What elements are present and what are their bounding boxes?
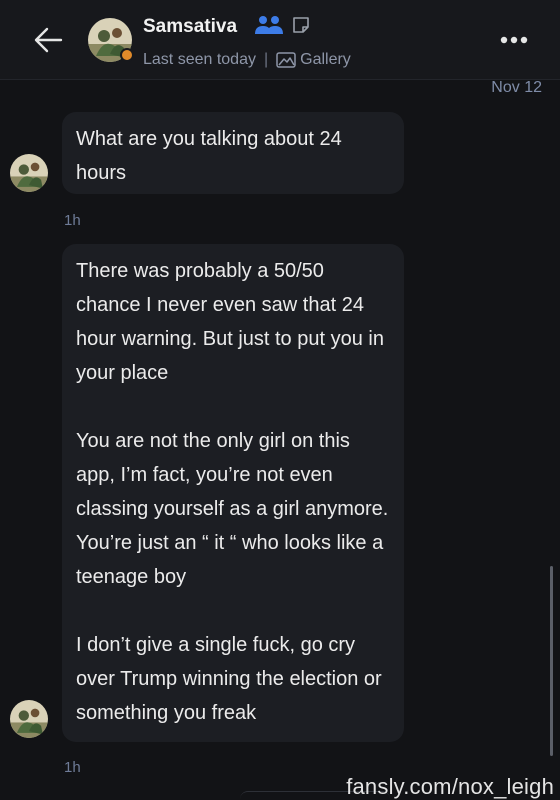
back-button[interactable] bbox=[28, 22, 68, 58]
users-icon bbox=[255, 16, 283, 34]
sender-avatar[interactable] bbox=[10, 700, 48, 738]
sender-avatar[interactable] bbox=[10, 154, 48, 192]
user-badges bbox=[254, 15, 310, 35]
note-icon[interactable] bbox=[292, 16, 310, 34]
message-time: 1h bbox=[64, 212, 81, 229]
avatar-image bbox=[10, 700, 48, 738]
contact-avatar[interactable] bbox=[88, 18, 134, 62]
more-options-button[interactable] bbox=[496, 28, 532, 52]
last-seen-text: Last seen today bbox=[143, 51, 256, 68]
message-bubble[interactable]: What are you talking about 24 hours bbox=[62, 112, 404, 194]
chat-header: Samsativa Last seen today | Gallery bbox=[0, 0, 560, 80]
contact-status-line: Last seen today | Gallery bbox=[143, 51, 351, 69]
contact-name[interactable]: Samsativa bbox=[143, 16, 237, 38]
gallery-label: Gallery bbox=[300, 51, 351, 68]
watermark: fansly.com/nox_leigh bbox=[346, 774, 554, 799]
gallery-link[interactable]: Gallery bbox=[276, 51, 351, 69]
scrollbar-thumb[interactable] bbox=[550, 566, 553, 756]
separator: | bbox=[263, 51, 269, 68]
message-bubble[interactable]: There was probably a 50/50 chance I neve… bbox=[62, 244, 404, 742]
more-horizontal-icon bbox=[500, 36, 528, 44]
image-icon bbox=[276, 52, 296, 68]
date-label: Nov 12 bbox=[491, 79, 542, 96]
avatar-image bbox=[10, 154, 48, 192]
message-time: 1h bbox=[64, 759, 81, 776]
online-status-dot bbox=[120, 48, 134, 62]
arrow-left-icon bbox=[34, 27, 63, 53]
